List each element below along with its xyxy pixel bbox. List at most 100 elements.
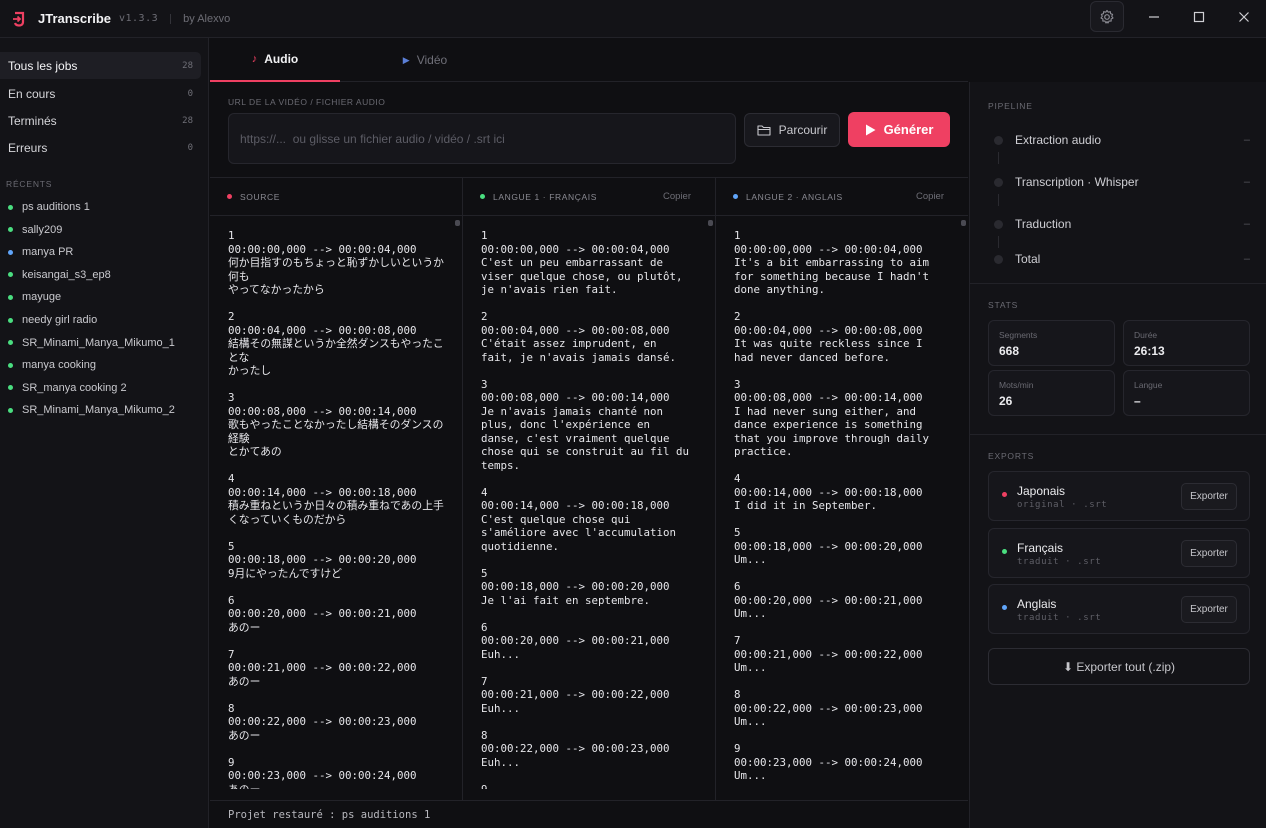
recent-item-label: SR_Minami_Manya_Mikumo_2 [22,404,175,417]
export-name: Japonais [1017,484,1066,498]
recent-item[interactable]: manya cooking [8,356,96,374]
section-divider [970,434,1266,435]
recent-item[interactable]: mayuge [8,288,61,306]
maximize-button[interactable] [1176,0,1222,34]
nav-count: 0 [187,88,193,99]
lang2-scrollbar[interactable] [961,220,966,226]
export-card-english: Anglais traduit · .srt Exporter [988,584,1250,634]
export-color-dot [1002,492,1007,497]
browse-label: Parcourir [778,123,828,137]
export-button[interactable]: Exporter [1181,483,1237,510]
stat-label: Segments [999,330,1038,340]
close-button[interactable] [1221,0,1266,34]
browse-button[interactable]: Parcourir [744,113,840,147]
recent-item-label: SR_manya cooking 2 [22,381,127,394]
source-text[interactable]: 1 00:00:00,000 --> 00:00:04,000 何か目指すのもち… [228,229,452,789]
stat-segments: Segments 668 [988,320,1115,366]
recent-item[interactable]: SR_Minami_Manya_Mikumo_1 [8,334,175,352]
app-name: JTranscribe [38,11,111,26]
recent-status-dot [8,317,13,323]
step-connector [998,152,999,164]
lang2-color-dot [733,194,738,199]
stat-value: 26 [999,394,1013,408]
title-separator [170,13,172,24]
step-status-dot [994,135,1003,145]
export-name: Anglais [1017,597,1057,611]
export-subtitle: traduit · .srt [1017,557,1102,567]
recent-item[interactable]: SR_Minami_Manya_Mikumo_2 [8,401,175,419]
export-all-button[interactable]: ⬇ Exporter tout (.zip) [988,648,1250,685]
url-field-label: URL DE LA VIDÉO / FICHIER AUDIO [228,97,386,107]
status-text: Projet restauré : ps auditions 1 [228,808,431,821]
export-name: Français [1017,541,1064,555]
lang1-text[interactable]: 1 00:00:00,000 --> 00:00:04,000 C'est un… [481,229,705,789]
recent-item[interactable]: sally209 [8,221,62,239]
lang2-text[interactable]: 1 00:00:00,000 --> 00:00:04,000 It's a b… [734,229,958,789]
recent-section-title: RÉCENTS [6,179,53,189]
nav-label: Tous les jobs [8,58,78,73]
export-card-french: Français traduit · .srt Exporter [988,528,1250,578]
recent-item-label: sally209 [22,223,63,236]
step-label: Extraction audio [1015,133,1102,147]
nav-errors[interactable]: Erreurs 0 [0,134,201,161]
settings-button[interactable] [1090,1,1124,32]
source-title: SOURCE [240,191,280,202]
generate-label: Générer [883,122,934,137]
recent-item[interactable]: ps auditions 1 [8,198,90,216]
export-button[interactable]: Exporter [1181,540,1237,567]
recent-item-label: manya cooking [22,359,96,372]
exports-title: EXPORTS [988,451,1035,461]
tab-audio[interactable]: ♪ Audio [210,38,340,82]
step-value: – [1243,134,1250,146]
lang2-copy-button[interactable]: Copier [916,191,944,202]
stat-duration: Durée 26:13 [1123,320,1250,366]
nav-label: Erreurs [8,140,48,155]
recent-item[interactable]: SR_manya cooking 2 [8,379,127,397]
lang1-copy-button[interactable]: Copier [663,191,691,202]
recent-item-label: manya PR [22,246,74,259]
lang1-column: LANGUE 1 · FRANÇAIS Copier 1 00:00:00,00… [463,178,716,801]
nav-in-progress[interactable]: En cours 0 [0,80,201,107]
play-icon [865,124,876,135]
lang1-color-dot [480,194,485,199]
stats-title: STATS [988,300,1019,310]
minimize-button[interactable] [1131,0,1177,34]
recent-item-label: keisangai_s3_ep8 [22,268,111,281]
export-card-japanese: Japonais original · .srt Exporter [988,471,1250,521]
export-subtitle: original · .srt [1017,500,1108,510]
nav-label: Terminés [8,113,57,128]
status-bar: Projet restauré : ps auditions 1 [210,800,968,828]
nav-all-jobs[interactable]: Tous les jobs 28 [0,52,201,79]
lang1-title: LANGUE 1 · FRANÇAIS [493,191,597,202]
step-status-dot [994,177,1003,187]
right-panel: PIPELINE Extraction audio – Transcriptio… [969,82,1266,828]
recent-status-dot [8,385,13,391]
export-button[interactable]: Exporter [1181,596,1237,623]
recent-status-dot [8,294,13,300]
pipeline-title: PIPELINE [988,101,1033,111]
source-scrollbar[interactable] [455,220,460,226]
stat-value: 668 [999,344,1020,358]
nav-completed[interactable]: Terminés 28 [0,107,201,134]
transcript-columns: SOURCE 1 00:00:00,000 --> 00:00:04,000 何… [210,177,968,801]
recent-item-label: SR_Minami_Manya_Mikumo_1 [22,336,175,349]
minimize-icon [1149,16,1159,18]
lang1-scrollbar[interactable] [708,220,713,226]
step-value: – [1243,218,1250,230]
pipeline-step-transcription: Transcription · Whisper – [994,172,1250,192]
stat-words-per-min: Mots/min 26 [988,370,1115,416]
tab-video[interactable]: ▶ Vidéo [360,38,490,82]
url-input[interactable] [228,113,736,164]
folder-icon [757,125,771,136]
step-status-dot [994,219,1003,229]
recent-item[interactable]: needy girl radio [8,311,97,329]
gear-icon [1100,9,1114,24]
app-author: by Alexvo [183,12,231,25]
source-header: SOURCE [210,178,462,216]
recent-status-dot [8,362,13,368]
recent-item[interactable]: keisangai_s3_ep8 [8,266,111,284]
generate-button[interactable]: Générer [848,112,950,147]
play-icon: ▶ [402,54,410,65]
recent-item[interactable]: manya PR [8,243,73,261]
step-label: Transcription · Whisper [1015,175,1139,189]
